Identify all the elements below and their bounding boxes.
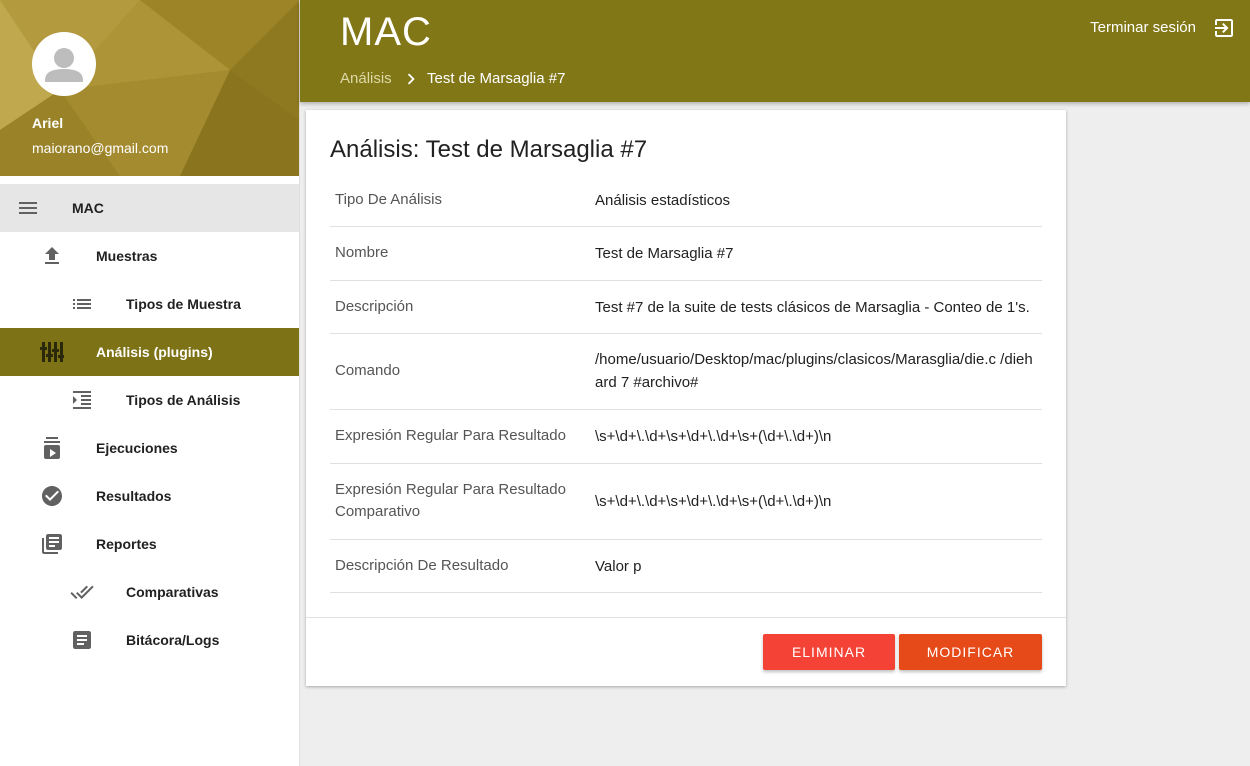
detail-value: \s+\d+\.\d+\s+\d+\.\d+\s+(\d+\.\d+)\n: [595, 428, 832, 445]
nav-item-label: Resultados: [96, 488, 172, 504]
detail-value: Test #7 de la suite de tests clásicos de…: [595, 299, 1030, 316]
profile-panel: Ariel maiorano@gmail.com: [0, 0, 299, 176]
menu-icon[interactable]: [16, 196, 40, 220]
detail-row: Nombre Test de Marsaglia #7: [330, 227, 1042, 281]
menu-header-label: MAC: [72, 200, 104, 216]
avatar[interactable]: [32, 32, 96, 96]
nav-item-ejecuciones[interactable]: Ejecuciones: [0, 424, 299, 472]
logout-label[interactable]: Terminar sesión: [1090, 19, 1196, 36]
sidebar: Ariel maiorano@gmail.com MAC Muestras Ti…: [0, 0, 300, 766]
detail-row: Descripción De Resultado Valor p: [330, 540, 1042, 593]
nav-item-label: Comparativas: [126, 584, 219, 600]
profile-name: Ariel: [32, 115, 64, 131]
detail-row: Expresión Regular Para Resultado \s+\d+\…: [330, 410, 1042, 464]
nav-item-label: Bitácora/Logs: [126, 632, 220, 648]
detail-value: Test de Marsaglia #7: [595, 245, 734, 262]
detail-value: Análisis estadísticos: [595, 192, 731, 209]
detail-key: Comando: [335, 362, 401, 379]
nav-item-tipos-de-muestra[interactable]: Tipos de Muestra: [0, 280, 299, 328]
nav-item-label: Reportes: [96, 536, 157, 552]
tune-sliders-icon: [40, 342, 64, 362]
library-books-icon: [42, 534, 62, 554]
profile-email: maiorano@gmail.com: [32, 140, 169, 156]
detail-key: Nombre: [335, 244, 389, 261]
nav-item-analisis-plugins[interactable]: Análisis (plugins): [0, 328, 299, 376]
detail-value: \s+\d+\.\d+\s+\d+\.\d+\s+(\d+\.\d+)\n: [595, 493, 832, 510]
detail-row: Tipo De Análisis Análisis estadísticos: [330, 174, 1042, 227]
nav-item-reportes[interactable]: Reportes: [0, 520, 299, 568]
nav-item-label: Tipos de Muestra: [126, 296, 241, 312]
nav-item-label: Tipos de Análisis: [126, 392, 241, 408]
detail-row: Descripción Test #7 de la suite de tests…: [330, 281, 1042, 334]
nav-item-bitacora-logs[interactable]: Bitácora/Logs: [0, 616, 299, 664]
indent-list-icon: [73, 391, 91, 409]
done-all-icon: [70, 585, 94, 599]
nav-item-label: Ejecuciones: [96, 440, 178, 456]
log-receipt-icon: [73, 631, 91, 649]
play-queue-icon: [44, 437, 60, 459]
exit-icon[interactable]: [1212, 16, 1236, 40]
nav-item-muestras[interactable]: Muestras: [0, 232, 299, 280]
app-header: MAC Terminar sesión Análisis Test de Mar…: [300, 0, 1250, 102]
nav-item-label: Análisis (plugins): [96, 344, 213, 360]
modify-button[interactable]: MODIFICAR: [899, 634, 1042, 670]
detail-key: Descripción: [335, 298, 414, 315]
breadcrumb-current: Test de Marsaglia #7: [427, 70, 566, 87]
nav-item-resultados[interactable]: Resultados: [0, 472, 299, 520]
detail-key: Tipo De Análisis: [335, 191, 442, 208]
app-title: MAC: [340, 10, 432, 54]
menu-toggle[interactable]: MAC: [0, 184, 299, 232]
logout-button[interactable]: Terminar sesión: [1076, 16, 1236, 40]
card-title: Análisis: Test de Marsaglia #7: [330, 136, 648, 163]
analysis-detail-card: Análisis: Test de Marsaglia #7 Tipo De A…: [306, 110, 1066, 686]
nav-item-label: Muestras: [96, 248, 158, 264]
detail-value: /home/usuario/Desktop/mac/plugins/clasic…: [595, 351, 1033, 391]
list-icon: [73, 299, 91, 309]
breadcrumb-analisis[interactable]: Análisis: [340, 70, 392, 87]
detail-key: Descripción De Resultado: [335, 557, 509, 574]
detail-key: Expresión Regular Para Resultado Compara…: [335, 481, 566, 520]
upload-icon: [45, 247, 59, 264]
detail-row: Expresión Regular Para Resultado Compara…: [330, 464, 1042, 540]
delete-button[interactable]: ELIMINAR: [763, 634, 895, 670]
nav-item-tipos-de-analisis[interactable]: Tipos de Análisis: [0, 376, 299, 424]
check-circle-icon: [42, 486, 62, 506]
nav-item-comparativas[interactable]: Comparativas: [0, 568, 299, 616]
detail-value: Valor p: [595, 558, 642, 575]
detail-key: Expresión Regular Para Resultado: [335, 427, 566, 444]
card-divider: [306, 617, 1066, 618]
chevron-right-icon: [407, 73, 415, 85]
person-icon: [45, 48, 83, 82]
detail-row: Comando /home/usuario/Desktop/mac/plugin…: [330, 334, 1042, 410]
